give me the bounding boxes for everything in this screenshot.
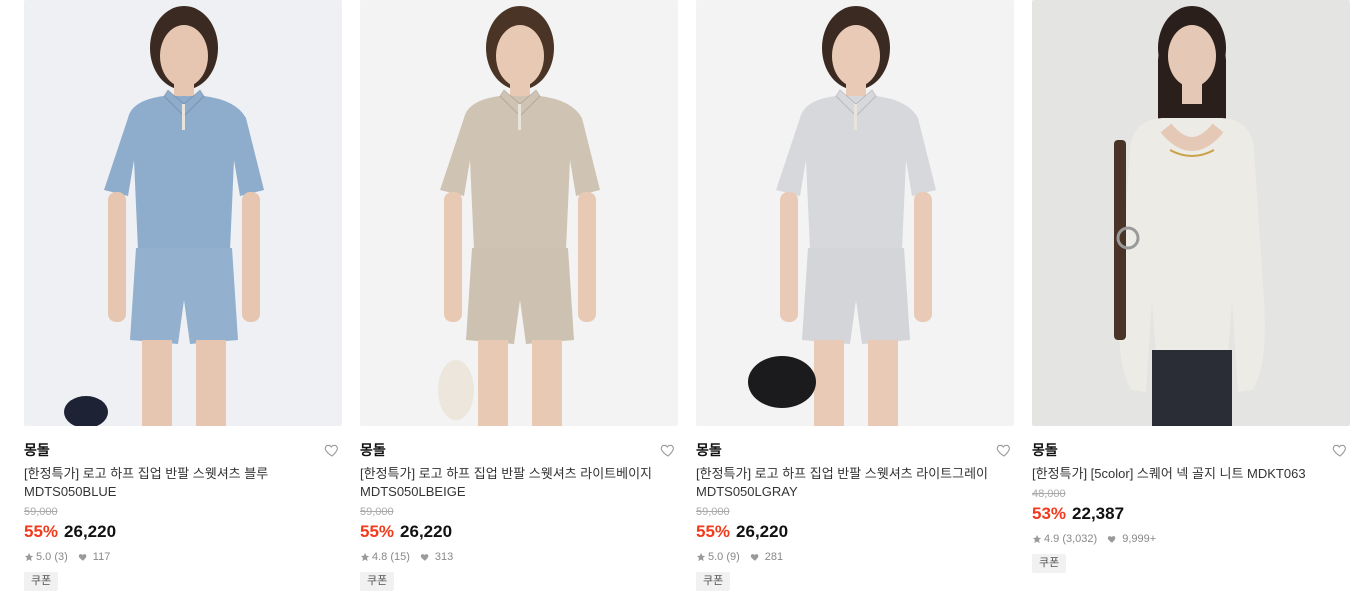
original-price: 48,000 — [1032, 488, 1066, 500]
original-price: 59,000 — [696, 506, 730, 518]
sale-price: 26,220 — [736, 522, 789, 541]
wishlist-heart-icon[interactable] — [1332, 442, 1348, 458]
price-row: 55% 26,220 — [360, 521, 678, 543]
likes-text: 281 — [764, 551, 784, 563]
original-price: 59,000 — [24, 506, 58, 518]
product-title[interactable]: [한정특가] 로고 하프 집업 반팔 스웻셔츠 라이트그레이 MDTS050LG… — [696, 465, 1014, 501]
coupon-badge: 쿠폰 — [24, 572, 59, 591]
heart-icon — [78, 554, 87, 561]
product-image[interactable] — [24, 0, 342, 426]
brand-name[interactable]: 몽돌 — [696, 442, 1014, 459]
likes-text: 9,999+ — [1122, 533, 1157, 545]
rating-text: 4.8 (15) — [372, 551, 410, 563]
product-card[interactable]: 몽돌 [한정특가] 로고 하프 집업 반팔 스웻셔츠 블루 MDTS050BLUE… — [24, 0, 342, 591]
wishlist-heart-icon[interactable] — [324, 442, 340, 458]
star-icon — [360, 552, 370, 562]
price-row: 55% 26,220 — [24, 521, 342, 543]
product-image[interactable] — [360, 0, 678, 426]
discount-rate: 55% — [696, 522, 731, 541]
product-info: 몽돌 [한정특가] 로고 하프 집업 반팔 스웻셔츠 라이트베이지 MDTS050… — [360, 426, 678, 591]
rating-text: 5.0 (3) — [36, 551, 68, 563]
likes-count: 281 — [750, 550, 783, 564]
likes-text: 313 — [434, 551, 454, 563]
product-title[interactable]: [한정특가] 로고 하프 집업 반팔 스웻셔츠 블루 MDTS050BLUE — [24, 465, 342, 501]
heart-icon — [750, 554, 759, 561]
heart-icon — [1108, 536, 1116, 543]
brand-name[interactable]: 몽돌 — [1032, 442, 1350, 459]
wishlist-heart-icon[interactable] — [660, 442, 676, 458]
sale-price: 26,220 — [400, 522, 453, 541]
coupon-badge: 쿠폰 — [1032, 554, 1067, 573]
discount-rate: 53% — [1032, 504, 1067, 523]
product-stats: 4.8 (15) 313 — [360, 550, 678, 564]
product-info: 몽돌 [한정특가] [5color] 스퀘어 넥 골지 니트 MDKT063 48,… — [1032, 426, 1350, 573]
product-info: 몽돌 [한정특가] 로고 하프 집업 반팔 스웻셔츠 블루 MDTS050BLUE… — [24, 426, 342, 591]
product-stats: 4.9 (3,032) 9,999+ — [1032, 532, 1350, 546]
price-row: 53% 22,387 — [1032, 503, 1350, 525]
likes-count: 9,999+ — [1107, 532, 1156, 546]
product-info: 몽돌 [한정특가] 로고 하프 집업 반팔 스웻셔츠 라이트그레이 MDTS050… — [696, 426, 1014, 591]
product-title[interactable]: [한정특가] 로고 하프 집업 반팔 스웻셔츠 라이트베이지 MDTS050LB… — [360, 465, 678, 501]
product-grid: 몽돌 [한정특가] 로고 하프 집업 반팔 스웻셔츠 블루 MDTS050BLUE… — [0, 0, 1355, 606]
product-card[interactable]: 몽돌 [한정특가] 로고 하프 집업 반팔 스웻셔츠 라이트베이지 MDTS050… — [360, 0, 678, 591]
sale-price: 22,387 — [1072, 504, 1125, 523]
rating-text: 4.9 (3,032) — [1044, 533, 1098, 545]
brand-name[interactable]: 몽돌 — [24, 442, 342, 459]
rating-text: 5.0 (9) — [708, 551, 740, 563]
discount-rate: 55% — [24, 522, 59, 541]
star-icon — [696, 552, 706, 562]
product-title[interactable]: [한정특가] [5color] 스퀘어 넥 골지 니트 MDKT063 — [1032, 465, 1350, 483]
coupon-badge: 쿠폰 — [696, 572, 731, 591]
product-card[interactable]: 몽돌 [한정특가] 로고 하프 집업 반팔 스웻셔츠 라이트그레이 MDTS050… — [696, 0, 1014, 591]
heart-icon — [420, 554, 429, 561]
original-price: 59,000 — [360, 506, 394, 518]
wishlist-heart-icon[interactable] — [996, 442, 1012, 458]
brand-name[interactable]: 몽돌 — [360, 442, 678, 459]
discount-rate: 55% — [360, 522, 395, 541]
product-stats: 5.0 (3) 117 — [24, 550, 342, 564]
coupon-badge: 쿠폰 — [360, 572, 395, 591]
likes-count: 313 — [420, 550, 453, 564]
product-stats: 5.0 (9) 281 — [696, 550, 1014, 564]
likes-text: 117 — [92, 551, 111, 563]
likes-count: 117 — [78, 550, 111, 564]
sale-price: 26,220 — [64, 522, 117, 541]
star-icon — [1032, 534, 1042, 544]
product-image[interactable] — [696, 0, 1014, 426]
star-icon — [24, 552, 34, 562]
price-row: 55% 26,220 — [696, 521, 1014, 543]
product-image[interactable] — [1032, 0, 1350, 426]
product-card[interactable]: 몽돌 [한정특가] [5color] 스퀘어 넥 골지 니트 MDKT063 48,… — [1032, 0, 1350, 573]
